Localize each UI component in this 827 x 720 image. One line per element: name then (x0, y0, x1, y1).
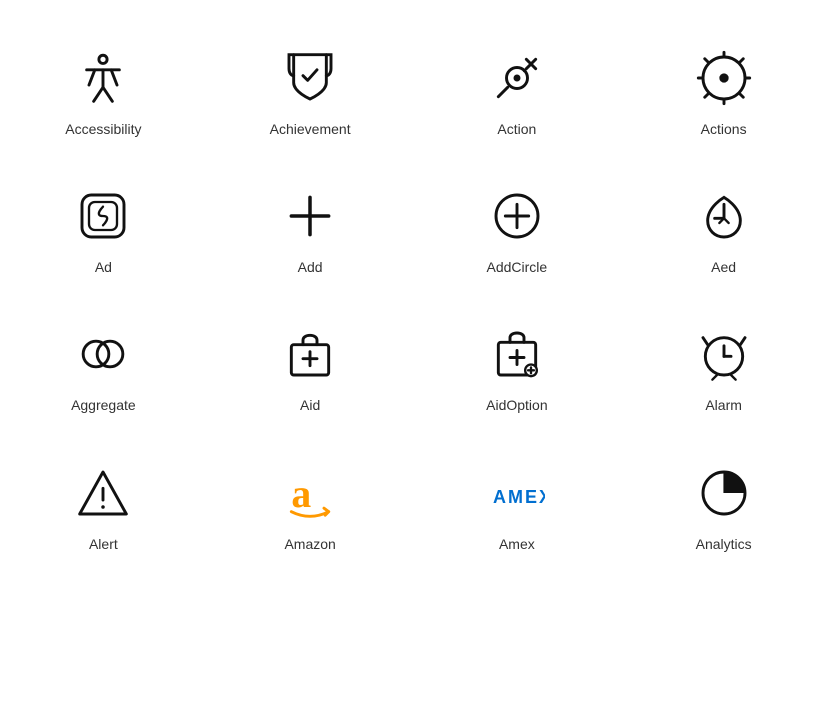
aid-cell: Aid (207, 296, 414, 434)
ad-cell: Ad (0, 158, 207, 296)
addcircle-icon (489, 188, 545, 244)
icon-grid: Accessibility Achievement (0, 0, 827, 593)
aggregate-label: Aggregate (71, 396, 136, 414)
achievement-label: Achievement (270, 120, 351, 138)
amazon-label: Amazon (284, 535, 335, 553)
accessibility-label: Accessibility (65, 120, 141, 138)
amazon-cell: a Amazon (207, 435, 414, 573)
aid-icon (282, 326, 338, 382)
aidoption-label: AidOption (486, 396, 547, 414)
achievement-cell: Achievement (207, 20, 414, 158)
alarm-label: Alarm (705, 396, 742, 414)
addcircle-cell: AddCircle (414, 158, 621, 296)
achievement-icon (282, 50, 338, 106)
addcircle-label: AddCircle (487, 258, 548, 276)
ad-icon (75, 188, 131, 244)
alert-cell: Alert (0, 435, 207, 573)
svg-text:a: a (291, 472, 311, 516)
ad-label: Ad (95, 258, 112, 276)
add-icon (282, 188, 338, 244)
amex-cell: AMEX Amex (414, 435, 621, 573)
aed-icon (696, 188, 752, 244)
analytics-label: Analytics (696, 535, 752, 553)
amazon-icon: a (282, 465, 338, 521)
amex-label: Amex (499, 535, 535, 553)
action-cell: Action (414, 20, 621, 158)
action-label: Action (497, 120, 536, 138)
actions-cell: Actions (620, 20, 827, 158)
accessibility-cell: Accessibility (0, 20, 207, 158)
aed-cell: Aed (620, 158, 827, 296)
accessibility-icon (75, 50, 131, 106)
alert-label: Alert (89, 535, 118, 553)
alert-icon (75, 465, 131, 521)
alarm-cell: Alarm (620, 296, 827, 434)
add-cell: Add (207, 158, 414, 296)
action-icon (489, 50, 545, 106)
alarm-icon (696, 326, 752, 382)
aidoption-cell: AidOption (414, 296, 621, 434)
add-label: Add (298, 258, 323, 276)
aed-label: Aed (711, 258, 736, 276)
aggregate-icon (75, 326, 131, 382)
svg-text:AMEX: AMEX (493, 487, 545, 507)
amex-icon: AMEX (489, 465, 545, 521)
aidoption-icon (489, 326, 545, 382)
actions-icon (696, 50, 752, 106)
analytics-cell: Analytics (620, 435, 827, 573)
analytics-icon (696, 465, 752, 521)
aid-label: Aid (300, 396, 320, 414)
aggregate-cell: Aggregate (0, 296, 207, 434)
actions-label: Actions (701, 120, 747, 138)
